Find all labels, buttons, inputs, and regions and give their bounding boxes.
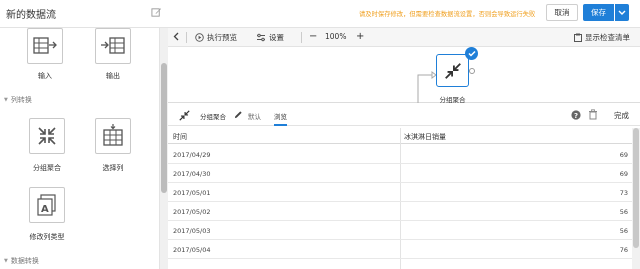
cell-sales: 56 xyxy=(619,208,628,216)
save-dropdown-button[interactable] xyxy=(615,4,629,21)
table-row: 2017/05/04 76 xyxy=(168,240,632,259)
edit-title-icon[interactable] xyxy=(151,7,162,18)
cell-date: 2017/05/03 xyxy=(173,227,211,235)
cell-date: 2017/04/30 xyxy=(173,170,211,178)
collapse-arrows-icon xyxy=(38,127,56,145)
collapse-arrows-icon xyxy=(179,110,190,121)
left-scrollbar[interactable] xyxy=(160,28,168,269)
checkmark-icon xyxy=(465,47,478,60)
table-input-icon xyxy=(33,37,57,54)
play-circle-icon xyxy=(195,33,204,42)
tab-browse[interactable]: 浏览 xyxy=(274,111,287,126)
checklist-button[interactable]: 显示检查清单 xyxy=(574,32,630,43)
operator-panel: 输入 输出 ▼ 列转换 分组聚合 选择列 A 修改列类型 ▼ 数据转换 xyxy=(0,28,160,269)
flow-node-label: 分组聚合 xyxy=(439,96,466,104)
data-table: 时间 冰淇淋日销量 2017/04/29 69 2017/04/30 69 20… xyxy=(168,128,632,269)
tool-select-column-label: 选择列 xyxy=(102,164,124,172)
section-column-transform[interactable]: ▼ 列转换 xyxy=(4,95,32,105)
pencil-icon[interactable] xyxy=(234,110,243,119)
divider xyxy=(186,32,187,43)
divider xyxy=(301,32,302,43)
rename-label[interactable]: 默认 xyxy=(248,111,261,121)
cell-sales: 69 xyxy=(619,151,628,159)
tool-change-type-label: 修改列类型 xyxy=(29,233,65,241)
tool-change-type[interactable]: A xyxy=(29,187,65,223)
collapse-triangle-icon: ▼ xyxy=(4,97,8,103)
table-scrollbar[interactable] xyxy=(632,128,640,269)
cell-sales: 56 xyxy=(619,227,628,235)
done-button[interactable]: 完成 xyxy=(614,110,629,121)
select-column-icon xyxy=(103,124,123,146)
zoom-out-button[interactable]: − xyxy=(309,31,318,42)
save-notice: 请及时保存修改，但需要检查数据流设置，否则会导致运行失败 xyxy=(359,11,536,18)
sliders-icon xyxy=(257,33,265,42)
tool-output[interactable] xyxy=(95,28,131,64)
minus-icon: − xyxy=(309,31,318,42)
table-output-icon xyxy=(101,37,125,54)
svg-text:?: ? xyxy=(574,112,578,120)
svg-text:A: A xyxy=(41,204,49,215)
trash-icon[interactable] xyxy=(588,109,598,120)
left-scrollbar-thumb[interactable] xyxy=(161,63,167,193)
tool-input-label: 输入 xyxy=(38,72,52,80)
settings-button[interactable]: 设置 xyxy=(256,32,284,43)
preview-button[interactable]: 执行预览 xyxy=(195,32,237,43)
column-header-sales[interactable]: 冰淇淋日销量 xyxy=(404,132,446,142)
flow-canvas[interactable]: 分组聚合 xyxy=(168,47,640,104)
column-header-time[interactable]: 时间 xyxy=(173,132,187,142)
cell-sales: 73 xyxy=(619,189,628,197)
section-data-transform[interactable]: ▼ 数据转换 xyxy=(4,256,39,266)
collapse-arrows-icon xyxy=(444,62,461,79)
node-output-port[interactable] xyxy=(469,68,475,74)
save-button[interactable]: 保存 xyxy=(583,4,614,21)
zoom-in-button[interactable]: + xyxy=(356,31,365,42)
tool-group-aggregate[interactable] xyxy=(29,118,65,154)
flow-node-group-aggregate[interactable] xyxy=(436,54,469,87)
tool-input[interactable] xyxy=(27,28,63,64)
cancel-button[interactable]: 取消 xyxy=(546,4,578,21)
help-icon[interactable]: ? xyxy=(571,110,581,120)
table-row: 2017/04/30 69 xyxy=(168,164,632,183)
tool-select-column[interactable] xyxy=(95,118,131,154)
cell-date: 2017/05/01 xyxy=(173,189,211,197)
cell-sales: 69 xyxy=(619,170,628,178)
plus-icon: + xyxy=(356,31,365,42)
zoom-level: 100% xyxy=(325,32,347,41)
canvas-toolbar: 执行预览 设置 − 100% + 显示检查清单 xyxy=(168,28,640,47)
tool-output-label: 输出 xyxy=(106,72,120,80)
detail-panel-bar: 分组聚合 默认 浏览 ? 完成 xyxy=(168,104,640,126)
tool-group-aggregate-label: 分组聚合 xyxy=(33,164,61,172)
chevron-left-icon xyxy=(173,32,179,41)
table-row: 2017/05/03 56 xyxy=(168,221,632,240)
table-row: 2017/04/29 69 xyxy=(168,145,632,164)
cell-sales: 76 xyxy=(619,246,628,254)
chevron-down-icon xyxy=(618,10,626,15)
back-button[interactable] xyxy=(173,32,179,41)
node-name: 分组聚合 xyxy=(200,113,226,121)
collapse-triangle-icon: ▼ xyxy=(4,258,8,264)
table-row: 2017/05/01 73 xyxy=(168,183,632,202)
cell-date: 2017/04/29 xyxy=(173,151,211,159)
table-scrollbar-thumb[interactable] xyxy=(633,128,639,248)
top-bar: 新的数据流 请及时保存修改，但需要检查数据流设置，否则会导致运行失败 取消 保存 xyxy=(0,0,640,28)
table-row: 2017/05/02 56 xyxy=(168,202,632,221)
cell-date: 2017/05/04 xyxy=(173,246,211,254)
flow-title[interactable]: 新的数据流 xyxy=(6,6,56,21)
cell-date: 2017/05/02 xyxy=(173,208,211,216)
clipboard-icon xyxy=(574,33,582,42)
change-type-icon: A xyxy=(37,194,56,216)
